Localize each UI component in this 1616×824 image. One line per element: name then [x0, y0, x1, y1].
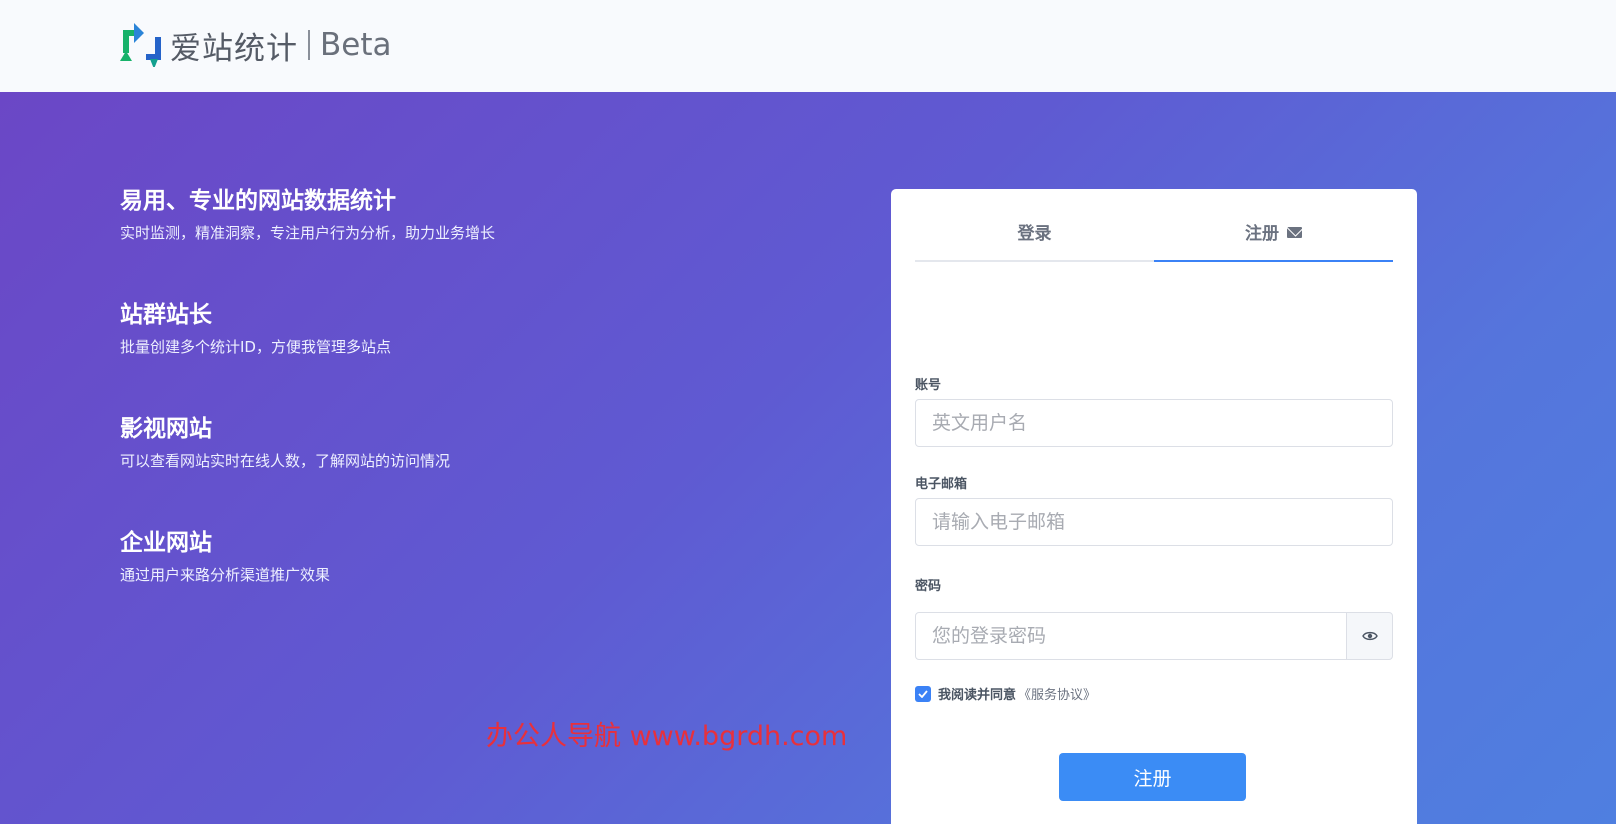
feature-title: 站群站长: [120, 302, 212, 328]
service-agreement-link[interactable]: 《服务协议》: [1018, 684, 1096, 703]
password-input[interactable]: [915, 612, 1347, 660]
eye-icon: [1361, 631, 1378, 641]
feature-description: 可以查看网站实时在线人数，了解网站的访问情况: [120, 452, 451, 470]
top-bar: 爱站统计 Beta: [0, 0, 1616, 92]
tab-login-label: 登录: [1017, 224, 1052, 244]
feature-list: 易用、专业的网站数据统计 实时监测，精准洞察，专注用户行为分析，助力业务增长 站…: [120, 186, 820, 642]
auth-tabs: 登录 注册: [915, 207, 1393, 262]
feature-item: 企业网站 通过用户来路分析渠道推广效果: [120, 528, 820, 642]
account-label: 账号: [915, 378, 942, 393]
feature-description: 通过用户来路分析渠道推广效果: [120, 566, 331, 584]
refresh-arrows-logo-icon: [120, 23, 161, 67]
feature-item: 易用、专业的网站数据统计 实时监测，精准洞察，专注用户行为分析，助力业务增长: [120, 186, 820, 300]
feature-description: 实时监测，精准洞察，专注用户行为分析，助力业务增长: [120, 224, 496, 242]
agreement-text: 我阅读并同意: [938, 688, 1017, 703]
tab-register[interactable]: 注册: [1154, 207, 1393, 262]
agreement-row: 我阅读并同意 《服务协议》: [915, 684, 1096, 703]
check-icon: [918, 689, 928, 698]
feature-title: 企业网站: [120, 530, 212, 556]
feature-item: 影视网站 可以查看网站实时在线人数，了解网站的访问情况: [120, 414, 820, 528]
feature-title: 影视网站: [120, 416, 212, 442]
password-field-group: [915, 612, 1393, 660]
brand-beta-tag: Beta: [320, 27, 392, 63]
password-label: 密码: [915, 579, 942, 594]
brand-name: 爱站统计: [170, 30, 298, 67]
brand-separator: [308, 30, 310, 60]
brand[interactable]: 爱站统计 Beta: [120, 22, 392, 68]
feature-description: 批量创建多个统计ID，方便我管理多站点: [120, 338, 391, 356]
feature-title: 易用、专业的网站数据统计: [120, 188, 396, 214]
feature-item: 站群站长 批量创建多个统计ID，方便我管理多站点: [120, 300, 820, 414]
email-label: 电子邮箱: [915, 477, 968, 492]
email-input[interactable]: [915, 498, 1393, 546]
hero-section: 易用、专业的网站数据统计 实时监测，精准洞察，专注用户行为分析，助力业务增长 站…: [0, 92, 1616, 824]
watermark-text: 办公人导航 www.bgrdh.com: [486, 721, 848, 752]
register-button[interactable]: 注册: [1059, 753, 1246, 801]
tab-register-label: 注册: [1245, 224, 1279, 244]
register-card: 登录 注册 账号 电子邮箱 密码: [891, 189, 1417, 824]
account-input[interactable]: [915, 399, 1393, 447]
agreement-checkbox[interactable]: [915, 685, 931, 702]
mail-icon: [1287, 226, 1302, 238]
tab-login[interactable]: 登录: [915, 207, 1154, 260]
password-visibility-toggle[interactable]: [1346, 612, 1393, 660]
